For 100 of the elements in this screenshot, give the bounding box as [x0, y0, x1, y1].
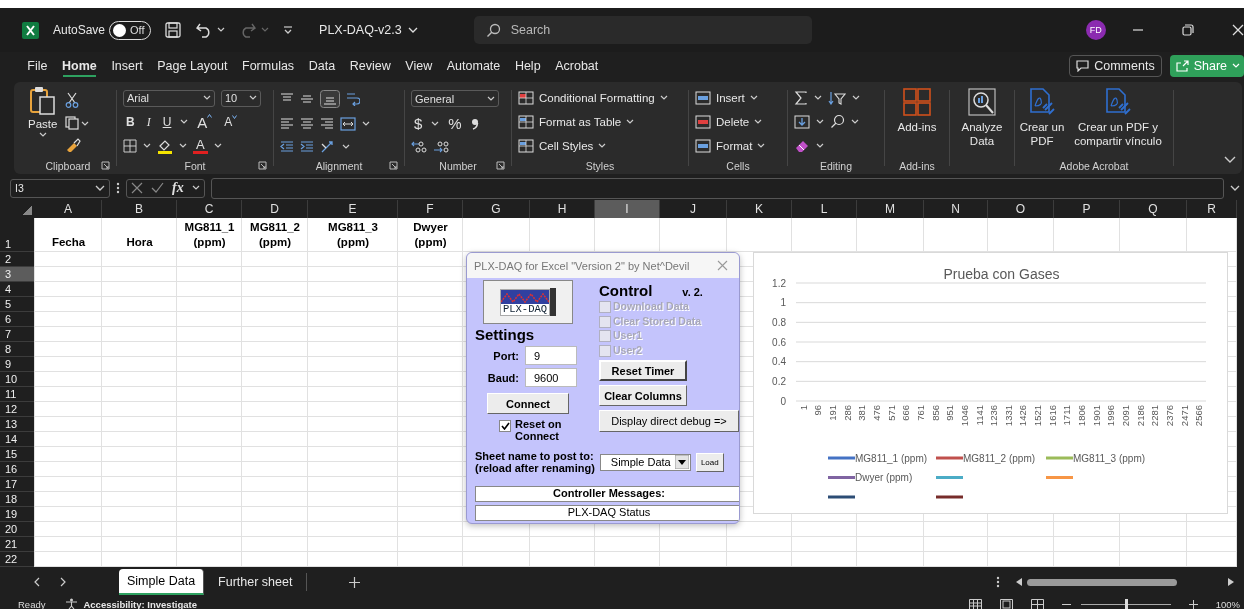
copy-icon[interactable] [65, 116, 90, 130]
ribbon-tab[interactable]: Review [342, 55, 398, 77]
column-header[interactable]: H [530, 200, 595, 218]
accessibility-button[interactable]: Accessibility: Investigate [65, 598, 197, 609]
row-header[interactable]: 2 [0, 252, 35, 267]
formula-field[interactable] [210, 177, 1224, 199]
scroll-left-icon[interactable] [1016, 578, 1024, 586]
zoom-in-icon[interactable] [1188, 599, 1198, 609]
redo-icon[interactable] [239, 22, 258, 38]
row-header[interactable]: 15 [0, 447, 35, 462]
next-sheet-icon[interactable] [60, 577, 67, 587]
row-header[interactable]: 18 [0, 492, 35, 507]
create-pdf-button[interactable]: Crear un PDF [1019, 86, 1065, 158]
dialog-launcher-icon[interactable] [258, 161, 267, 170]
borders-icon[interactable] [123, 139, 137, 154]
ribbon-tab[interactable]: Help [507, 55, 548, 77]
sheet-tab[interactable]: Further sheet [204, 573, 308, 591]
bold-button[interactable]: B [123, 115, 138, 130]
column-header[interactable]: P [1054, 200, 1120, 218]
ribbon-tab[interactable]: Insert [104, 55, 150, 77]
column-header[interactable]: Q [1120, 200, 1187, 218]
select-all-corner[interactable] [0, 200, 35, 218]
column-header[interactable]: D [242, 200, 308, 218]
row-header[interactable]: 11 [0, 387, 35, 402]
collapse-ribbon-icon[interactable] [1224, 156, 1236, 164]
page-break-icon[interactable] [1030, 598, 1044, 609]
previous-sheet-icon[interactable] [33, 577, 40, 587]
normal-view-icon[interactable] [968, 598, 982, 609]
ribbon-tab[interactable]: File [20, 55, 55, 77]
comments-button[interactable]: Comments [1069, 55, 1162, 77]
font-color-button[interactable]: A [193, 138, 208, 155]
add-ins-button[interactable]: Add-ins [889, 86, 945, 158]
column-header[interactable]: K [727, 200, 792, 218]
sum-icon[interactable] [794, 90, 808, 105]
row-header[interactable]: 8 [0, 342, 35, 357]
row-header[interactable]: 1 [0, 218, 35, 252]
fill-color-icon[interactable] [157, 138, 173, 155]
row-header[interactable]: 3 [0, 267, 35, 282]
column-header[interactable]: I [595, 200, 660, 218]
styles-menu-button[interactable]: Format as Table [518, 115, 682, 129]
align-bottom-icon[interactable] [320, 90, 340, 109]
align-left-icon[interactable] [280, 118, 294, 130]
ribbon-tab[interactable]: Page Layout [149, 55, 235, 77]
row-header[interactable]: 5 [0, 297, 35, 312]
sheet-tab[interactable]: Simple Data [119, 569, 205, 595]
search-icon[interactable] [830, 114, 845, 130]
scroll-right-icon[interactable] [1227, 578, 1234, 586]
increase-indent-icon[interactable] [300, 140, 314, 153]
ribbon-tab[interactable]: Home [54, 55, 105, 77]
analyze-data-button[interactable]: Analyze Data [954, 86, 1010, 158]
wrap-text-icon[interactable] [346, 92, 360, 107]
user-avatar[interactable]: FD [1085, 20, 1106, 40]
ribbon-tab[interactable]: Automate [439, 55, 508, 77]
row-header[interactable]: 12 [0, 402, 35, 417]
column-header[interactable]: O [988, 200, 1054, 218]
sort-filter-icon[interactable] [828, 90, 846, 105]
align-right-icon[interactable] [320, 118, 334, 130]
shrink-font-button[interactable]: A [221, 115, 241, 130]
ribbon-tab[interactable]: View [398, 55, 440, 77]
number-format-dropdown[interactable]: General [411, 90, 499, 107]
dialog-launcher-icon[interactable] [101, 161, 110, 170]
reset-checkbox[interactable]: Reset on Connect [499, 418, 575, 442]
row-header[interactable]: 10 [0, 372, 35, 387]
ribbon-tab[interactable]: Data [301, 55, 343, 77]
ribbon-tab[interactable]: Acrobat [547, 55, 606, 77]
connect-button[interactable]: Connect [487, 393, 569, 414]
column-header[interactable]: N [924, 200, 988, 218]
decrease-indent-icon[interactable] [280, 140, 294, 153]
fill-down-icon[interactable] [794, 115, 810, 129]
more-icon[interactable] [116, 182, 120, 194]
create-pdf-button[interactable]: Crear un PDF y compartir vínculo [1069, 86, 1167, 158]
insert-function-button[interactable]: fx [172, 180, 184, 196]
control-button[interactable]: Clear Columns [599, 385, 687, 406]
grow-font-button[interactable]: A [194, 114, 216, 131]
row-header[interactable]: 14 [0, 432, 35, 447]
row-header[interactable]: 13 [0, 417, 35, 432]
cells-menu-button[interactable]: Format [695, 139, 781, 153]
control-button[interactable]: Display direct debug => [599, 410, 739, 432]
load-button[interactable]: Load [695, 452, 724, 472]
row-header[interactable]: 21 [0, 537, 35, 552]
column-header[interactable]: L [792, 200, 857, 218]
name-box[interactable]: I3 [10, 178, 110, 198]
paste-button[interactable]: Paste [24, 86, 62, 158]
expand-icon[interactable] [1230, 184, 1240, 192]
row-header[interactable]: 9 [0, 357, 35, 372]
font-size-dropdown[interactable]: 10 [221, 89, 261, 107]
eraser-icon[interactable] [794, 139, 810, 154]
check-icon[interactable] [151, 182, 164, 194]
decrease-decimal-icon[interactable] [433, 140, 449, 154]
search-field[interactable]: Search [473, 16, 812, 44]
control-button[interactable]: Reset Timer [599, 360, 687, 381]
dialog-launcher-icon[interactable] [389, 161, 398, 170]
row-header[interactable]: 17 [0, 477, 35, 492]
cells-menu-button[interactable]: Insert [695, 91, 781, 105]
zoom-level[interactable]: 100% [1215, 598, 1240, 609]
styles-menu-button[interactable]: Conditional Formatting [518, 91, 682, 105]
font-name-dropdown[interactable]: Arial [123, 89, 215, 107]
row-header[interactable]: 22 [0, 552, 35, 567]
increase-decimal-icon[interactable] [411, 140, 427, 154]
column-header[interactable]: J [660, 200, 727, 218]
